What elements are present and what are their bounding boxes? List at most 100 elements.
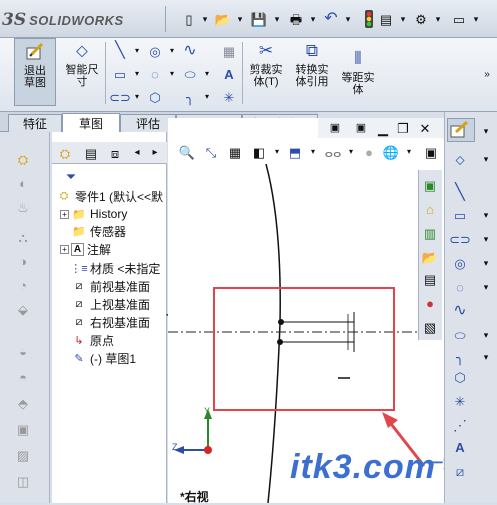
sweep-icon[interactable]: ♨ — [14, 198, 32, 216]
dropdown-icon[interactable]: ▾ — [198, 65, 216, 83]
filter-icon[interactable]: ⏷ — [62, 167, 80, 185]
cut-revolve-icon[interactable]: ◑ — [14, 252, 32, 270]
spline-icon[interactable]: ∿ — [451, 302, 469, 320]
centerline-icon[interactable]: ⋰ — [451, 416, 469, 434]
dropdown-icon[interactable]: ▾ — [128, 88, 146, 106]
dropdown-icon[interactable]: ▾ — [268, 10, 286, 28]
grid-icon[interactable]: ▦ — [220, 42, 238, 60]
home-icon[interactable]: ⌂ — [421, 200, 439, 218]
expand-icon[interactable]: + — [60, 244, 69, 254]
circle-icon[interactable]: ◎ — [146, 42, 164, 60]
scroll-left-icon[interactable]: ◂ — [128, 144, 146, 162]
exit-sketch-button[interactable]: 退出草图 — [14, 38, 56, 106]
offset-entities-button[interactable]: ⫴ 等距实体 — [338, 48, 378, 96]
sketch-button[interactable] — [447, 118, 475, 142]
ellipse-icon[interactable]: ⬭ — [451, 326, 469, 344]
cut-sweep-icon[interactable]: ◔ — [14, 276, 32, 294]
extrude-icon[interactable]: ⛭ — [14, 150, 32, 168]
dropdown-icon[interactable]: ▾ — [477, 206, 495, 224]
view-orientation-icon[interactable]: ⬒ — [286, 143, 304, 161]
zoom-area-icon[interactable]: ⤡ — [202, 143, 220, 161]
mirror-icon[interactable]: ◫ — [14, 472, 32, 490]
tree-item-annotations[interactable]: + A 注解 — [60, 240, 111, 258]
dropdown-icon[interactable]: ▾ — [477, 230, 495, 248]
appearance-icon[interactable]: ● — [360, 143, 378, 161]
dropdown-icon[interactable]: ▾ — [163, 65, 181, 83]
spline-icon[interactable]: ∿ — [181, 42, 199, 60]
save-icon[interactable]: 💾 — [250, 10, 268, 28]
dropdown-icon[interactable]: ▾ — [394, 10, 412, 28]
polygon-icon[interactable]: ⬡ — [146, 88, 164, 106]
tree-item-top-plane[interactable]: ⧄ 上视基准面 — [71, 295, 151, 313]
restore-icon[interactable]: ❐ — [394, 119, 412, 137]
file-properties-icon[interactable]: ▤ — [377, 10, 395, 28]
tree-item-sketch1[interactable]: ✎ (-) 草图1 — [71, 349, 136, 367]
solidworks-resources-icon[interactable]: ▣ — [421, 176, 439, 194]
zoom-icon[interactable]: 🔍 — [178, 143, 196, 161]
loft-icon[interactable]: ⬙ — [14, 300, 32, 318]
open-folder-icon[interactable]: 📂 — [214, 10, 232, 28]
dropdown-icon[interactable]: ▾ — [268, 143, 286, 161]
plane-icon[interactable]: ⧄ — [451, 462, 469, 480]
dropdown-icon[interactable]: ▾ — [477, 326, 495, 344]
convert-entities-button[interactable]: ⧉ 转换实体引用 — [290, 40, 334, 88]
tab-sketch[interactable]: 草图 — [62, 113, 120, 133]
property-manager-tab-icon[interactable]: ▤ — [82, 144, 100, 162]
smart-dimension-button[interactable]: ⬦ 智能尺寸 — [62, 40, 102, 88]
dropdown-icon[interactable]: ▾ — [400, 143, 418, 161]
slot-icon[interactable]: ⊂⊃ — [109, 88, 131, 106]
view-palette-icon[interactable]: ▤ — [421, 270, 439, 288]
view-settings-icon[interactable]: ▣ — [422, 143, 440, 161]
rectangle-icon[interactable]: ▭ — [111, 65, 129, 83]
dropdown-icon[interactable]: ▾ — [163, 42, 181, 60]
dropdown-icon[interactable]: ▾ — [198, 88, 216, 106]
dropdown-icon[interactable]: ▾ — [231, 10, 249, 28]
overflow-chevron-icon[interactable]: » — [478, 66, 496, 84]
rebuild-icon[interactable] — [360, 10, 378, 28]
tree-item-front-plane[interactable]: ⧄ 前视基准面 — [71, 277, 151, 295]
tree-item-sensors[interactable]: 📁 传感器 — [71, 222, 126, 240]
fillet-icon[interactable]: ╮ — [451, 348, 469, 366]
tab-features[interactable]: 特征 — [8, 114, 62, 132]
dropdown-icon[interactable]: ▾ — [128, 65, 146, 83]
options-gear-icon[interactable]: ⚙ — [412, 10, 430, 28]
dropdown-icon[interactable]: ▾ — [477, 254, 495, 272]
dropdown-icon[interactable]: ▾ — [339, 10, 357, 28]
rectangle-icon[interactable]: ▭ — [451, 206, 469, 224]
rib-icon[interactable]: ⬘ — [14, 394, 32, 412]
revolve-icon[interactable]: ◐ — [14, 174, 32, 192]
dropdown-icon[interactable]: ▾ — [196, 10, 214, 28]
custom-properties-icon[interactable]: ▧ — [421, 318, 439, 336]
tree-item-material[interactable]: ⋮≡ 材质 <未指定 — [70, 259, 160, 277]
appearances-icon[interactable]: ● — [421, 294, 439, 312]
previous-view-icon[interactable]: ▦ — [226, 143, 244, 161]
slot-icon[interactable]: ⊂⊃ — [449, 230, 471, 248]
dropdown-icon[interactable]: ▾ — [467, 10, 485, 28]
minimize-icon[interactable]: ▁ — [374, 119, 392, 137]
line-icon[interactable]: ╲ — [111, 42, 129, 60]
text-icon[interactable]: A — [451, 438, 469, 456]
ellipse-icon[interactable]: ⬭ — [181, 65, 199, 83]
tree-item-history[interactable]: + 📁 History — [60, 205, 127, 223]
close-icon[interactable]: ✕ — [416, 119, 434, 137]
print-icon[interactable]: 🖶 — [287, 10, 305, 28]
scroll-right-icon[interactable]: ▸ — [146, 144, 164, 162]
line-icon[interactable]: ╲ — [451, 184, 469, 202]
scene-icon[interactable]: 🌐 — [382, 143, 400, 161]
fillet-icon[interactable]: ╮ — [181, 88, 199, 106]
circle-icon[interactable]: ◎ — [451, 254, 469, 272]
tile-icon[interactable]: ▣ — [326, 119, 344, 137]
dropdown-icon[interactable]: ▾ — [477, 348, 495, 366]
dropdown-icon[interactable]: ▾ — [304, 10, 322, 28]
window-icon[interactable]: ▭ — [450, 10, 468, 28]
dropdown-icon[interactable]: ▾ — [304, 143, 322, 161]
tile-icon[interactable]: ▣ — [352, 119, 370, 137]
arc-icon[interactable]: ◌ — [451, 278, 469, 296]
dropdown-icon[interactable]: ▾ — [429, 10, 447, 28]
dropdown-icon[interactable]: ▾ — [128, 42, 146, 60]
cut-extrude-icon[interactable]: ⛬ — [14, 228, 32, 246]
dropdown-icon[interactable]: ▾ — [342, 143, 360, 161]
point-icon[interactable]: ✳ — [220, 88, 238, 106]
arc-icon[interactable]: ◌ — [146, 65, 164, 83]
chamfer-icon[interactable]: ◓ — [14, 368, 32, 386]
